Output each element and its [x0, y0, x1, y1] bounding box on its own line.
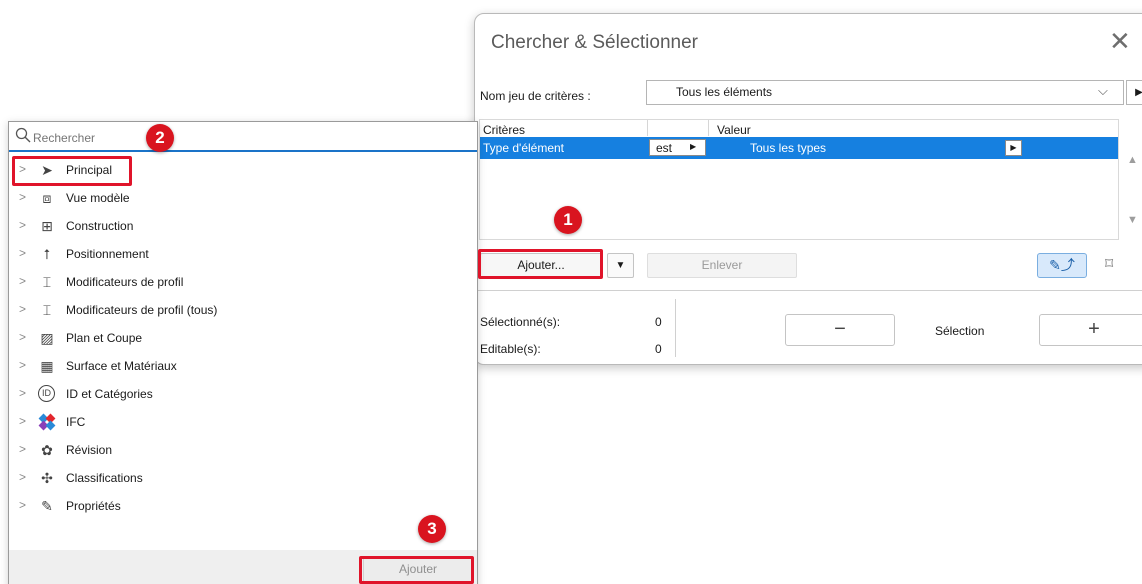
chevron-right-icon[interactable]: > [19, 330, 26, 344]
column-header-value: Valeur [717, 123, 751, 137]
classifications-icon: ✣ [41, 470, 53, 486]
divider [675, 299, 676, 357]
selection-label: Sélection [935, 324, 985, 338]
chevron-right-icon[interactable]: > [19, 218, 26, 232]
highlight-add-criteria [478, 249, 603, 279]
tree-item-modificateurs-profil-tous[interactable]: > ⌶ Modificateurs de profil (tous) [19, 299, 459, 323]
eyedropper-tool-icon[interactable]: ✎⤴ [1037, 253, 1087, 278]
criteria-set-value: Tous les éléments [676, 85, 773, 99]
tree-item-label: Surface et Matériaux [66, 359, 177, 373]
revision-icon: ✿ [41, 442, 53, 458]
divider [475, 290, 1142, 291]
tree-item-label: Révision [66, 443, 113, 457]
criteria-set-label: Nom jeu de critères : [480, 89, 591, 103]
scroll-up-icon[interactable]: ▲ [1127, 154, 1138, 166]
criteria-set-select[interactable]: Tous les éléments ⌵ [646, 80, 1124, 105]
chevron-right-icon[interactable]: > [19, 470, 26, 484]
plan-section-icon: ▨ [40, 330, 54, 346]
positioning-icon: ⭡ [43, 246, 51, 262]
dialog-title: Chercher & Sélectionner [491, 32, 698, 53]
step-badge-3: 3 [418, 515, 446, 543]
tree-item-label: Vue modèle [66, 191, 130, 205]
editable-count: 0 [655, 342, 662, 356]
chevron-down-icon: ⌵ [1098, 83, 1108, 98]
tree-item-label: Construction [66, 219, 134, 233]
profile-modifier-icon: ⌶ [42, 274, 52, 290]
chevron-right-icon[interactable]: > [19, 302, 26, 316]
step-badge-2: 2 [146, 124, 174, 152]
add-dropdown-button[interactable]: ▼ [607, 253, 634, 278]
search-input[interactable] [33, 129, 333, 147]
tree-item-label: Modificateurs de profil [66, 275, 184, 289]
search-icon [15, 127, 31, 143]
tree-item-id-categories[interactable]: > ID ID et Catégories [19, 383, 459, 407]
column-divider [708, 120, 709, 136]
triangle-right-icon: ▶ [690, 142, 697, 151]
value-menu-button[interactable]: ▶ [1005, 140, 1022, 156]
chevron-right-icon[interactable]: > [19, 274, 26, 288]
chevron-right-icon[interactable]: > [19, 246, 26, 260]
operator-value: est [656, 141, 673, 155]
tree-item-label: Classifications [66, 471, 143, 485]
tree-item-surface-materiaux[interactable]: > ▦ Surface et Matériaux [19, 355, 459, 379]
step-badge-1: 1 [554, 206, 582, 234]
highlight-add-button [359, 556, 474, 584]
column-divider [647, 120, 648, 136]
tree-item-label: Plan et Coupe [66, 331, 143, 345]
chevron-right-icon[interactable]: > [19, 442, 26, 456]
tree-item-label: Propriétés [66, 499, 121, 513]
search-bar [9, 122, 477, 152]
tree-item-vue-modele[interactable]: > ⧈ Vue modèle [19, 187, 459, 211]
close-icon[interactable]: ✕ [1109, 28, 1131, 54]
chevron-right-icon[interactable]: > [19, 386, 26, 400]
properties-icon: ✎ [41, 498, 53, 514]
tree-item-classifications[interactable]: > ✣ Classifications [19, 467, 459, 491]
tree-item-label: ID et Catégories [66, 387, 153, 401]
tree-item-modificateurs-profil[interactable]: > ⌶ Modificateurs de profil [19, 271, 459, 295]
criteria-picker-panel: > ➤ Principal > ⧈ Vue modèle > ⊞ Constru… [8, 121, 478, 584]
operator-select[interactable]: est ▶ [649, 139, 706, 156]
column-header-criteria: Critères [483, 123, 526, 137]
tree-item-label: Modificateurs de profil (tous) [66, 303, 218, 317]
tree-item-proprietes[interactable]: > ✎ Propriétés [19, 495, 459, 519]
chevron-right-icon[interactable]: > [19, 358, 26, 372]
value-cell: Tous les types [750, 141, 827, 155]
chevron-right-icon[interactable]: > [19, 414, 26, 428]
marquee-tool-icon[interactable]: ⌑ [1105, 254, 1113, 274]
criteria-set-menu-button[interactable]: ▶ [1126, 80, 1142, 105]
scroll-down-icon[interactable]: ▼ [1127, 214, 1138, 226]
criterion-cell: Type d'élément [483, 141, 565, 155]
chevron-right-icon[interactable]: > [19, 498, 26, 512]
deselect-button[interactable]: − [785, 314, 895, 346]
chevron-right-icon[interactable]: > [19, 190, 26, 204]
model-view-icon: ⧈ [42, 190, 52, 206]
editable-label: Editable(s): [480, 342, 541, 356]
ifc-icon [38, 413, 56, 431]
selected-label: Sélectionné(s): [480, 315, 561, 329]
select-button[interactable]: + [1039, 314, 1142, 346]
search-select-dialog: Chercher & Sélectionner ✕ Nom jeu de cri… [474, 13, 1142, 365]
tree-item-label: Positionnement [66, 247, 149, 261]
tree-item-label: IFC [66, 415, 86, 429]
selected-count: 0 [655, 315, 662, 329]
tree-item-plan-coupe[interactable]: > ▨ Plan et Coupe [19, 327, 459, 351]
id-icon: ID [38, 385, 55, 402]
remove-button[interactable]: Enlever [647, 253, 797, 278]
tree-item-construction[interactable]: > ⊞ Construction [19, 215, 459, 239]
tree-item-ifc[interactable]: > IFC [19, 411, 459, 435]
tree-item-revision[interactable]: > ✿ Révision [19, 439, 459, 463]
table-row[interactable]: Type d'élément est ▶ Tous les types ▶ [480, 137, 1118, 159]
surface-materials-icon: ▦ [40, 358, 54, 374]
profile-modifier-all-icon: ⌶ [42, 302, 52, 318]
construction-icon: ⊞ [41, 218, 53, 234]
highlight-principal [12, 156, 132, 186]
tree-item-positionnement[interactable]: > ⭡ Positionnement [19, 243, 459, 267]
